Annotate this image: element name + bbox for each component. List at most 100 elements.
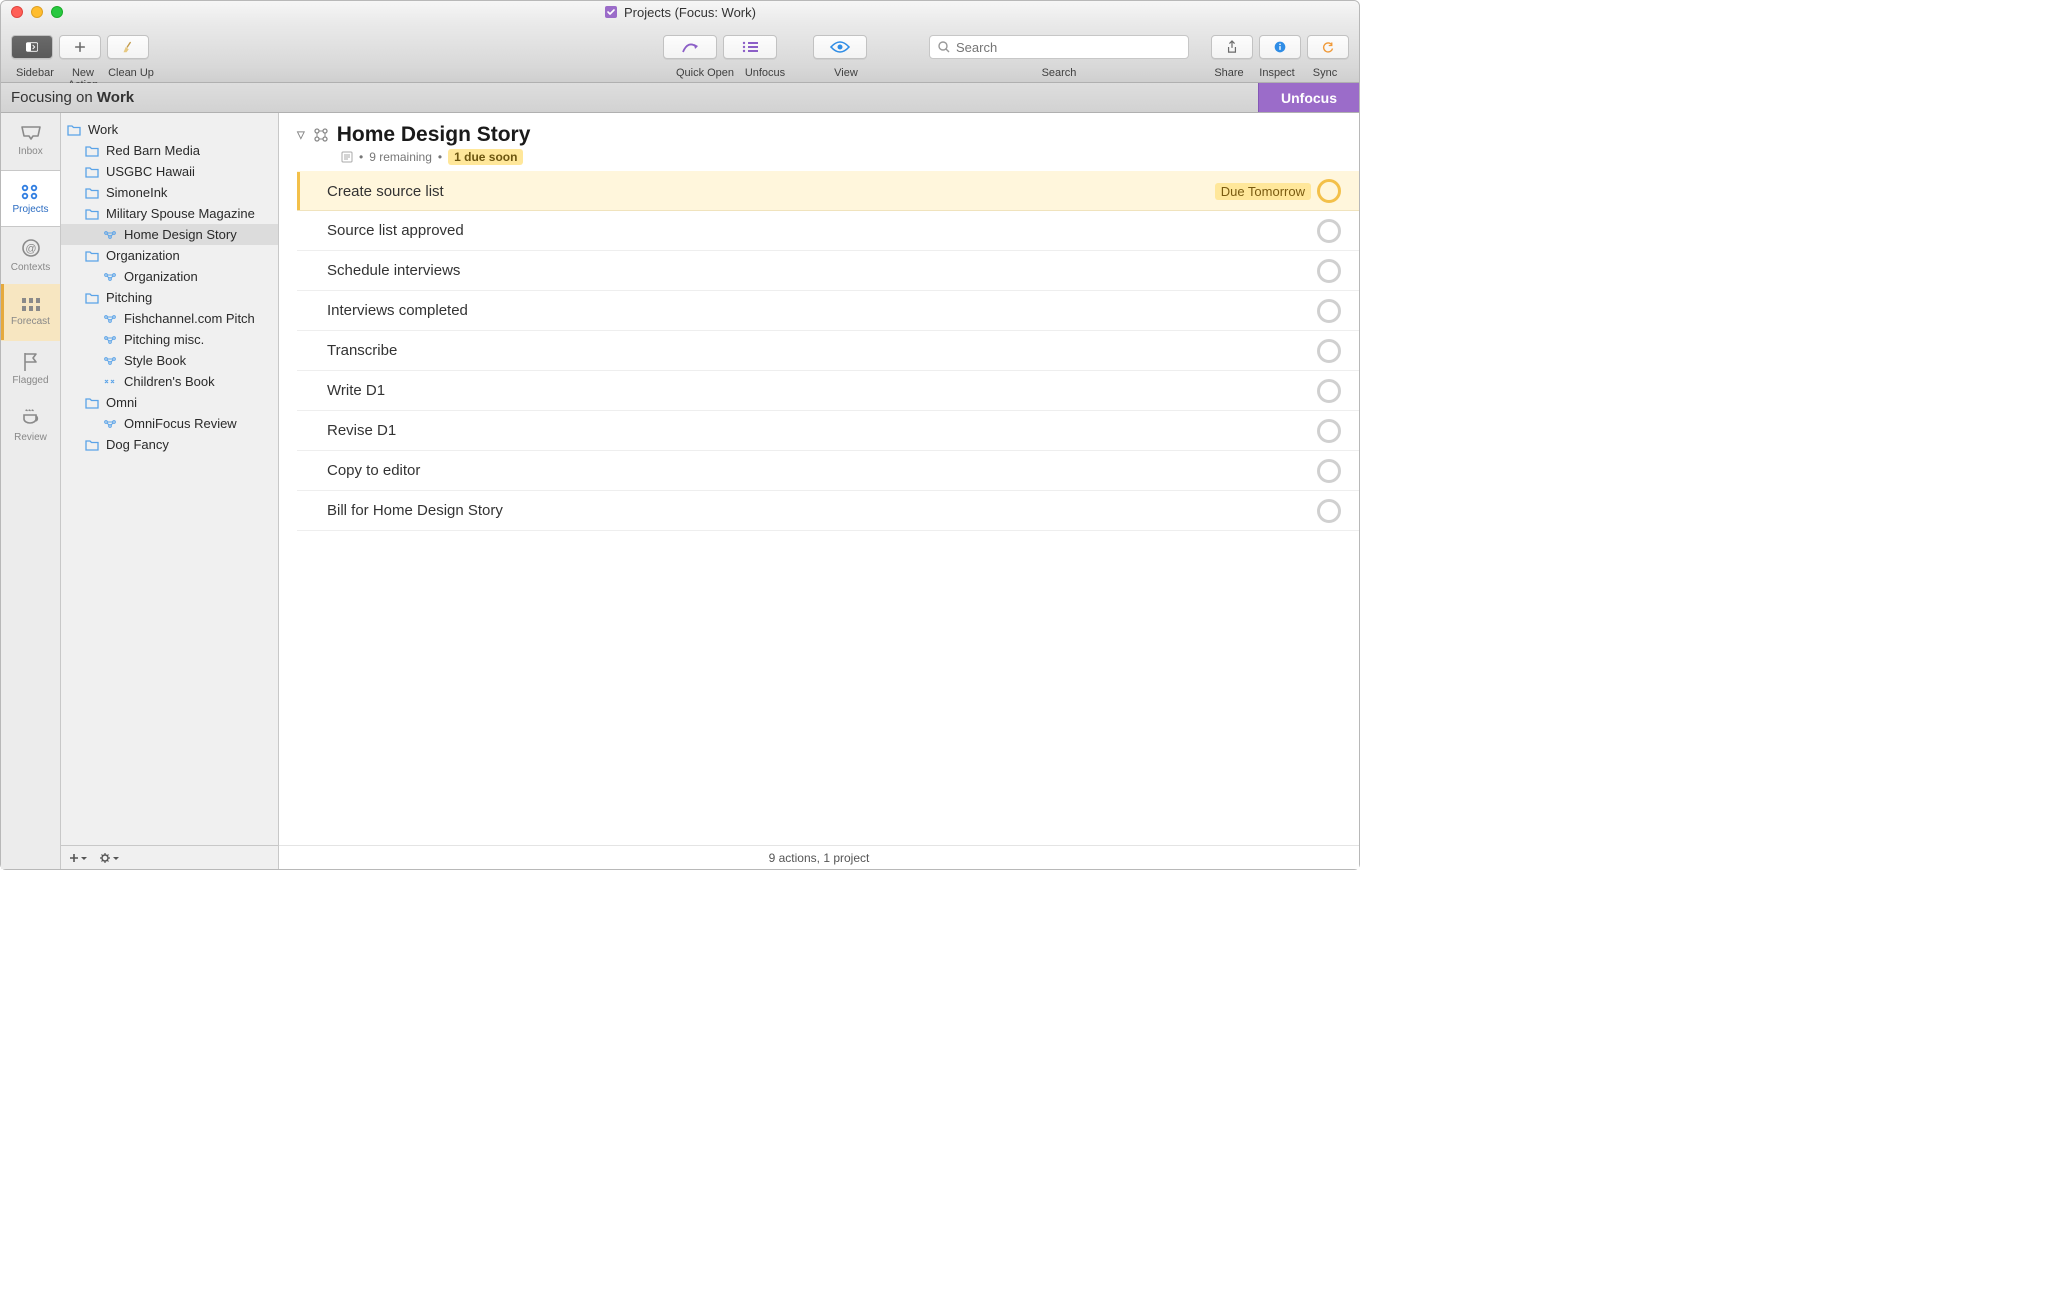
task-row[interactable]: Bill for Home Design Story	[297, 491, 1359, 531]
tree-item[interactable]: Home Design Story	[61, 224, 278, 245]
unfocus-action-button[interactable]: Unfocus	[1258, 83, 1359, 112]
tree-item[interactable]: OmniFocus Review	[61, 413, 278, 434]
share-button[interactable]	[1211, 35, 1253, 59]
tree-item[interactable]: Military Spouse Magazine	[61, 203, 278, 224]
view-button[interactable]	[813, 35, 867, 59]
inbox-icon	[20, 125, 42, 143]
project-icon	[103, 314, 119, 324]
tree-label: Pitching misc.	[124, 332, 204, 347]
task-row[interactable]: Revise D1	[297, 411, 1359, 451]
project-title: Home Design Story	[337, 123, 531, 147]
tree-root-work[interactable]: Work	[61, 119, 278, 140]
search-field[interactable]	[929, 35, 1189, 59]
window-titlebar: Projects (Focus: Work)	[1, 1, 1359, 23]
tree-label: Military Spouse Magazine	[106, 206, 255, 221]
plus-icon	[74, 40, 86, 54]
sync-label: Sync	[1301, 67, 1349, 79]
tree-item[interactable]: Style Book	[61, 350, 278, 371]
due-soon-pill: 1 due soon	[448, 149, 523, 165]
toolbar-labels: Sidebar New Action Clean Up Quick Open U…	[1, 67, 1359, 83]
perspective-forecast[interactable]: Forecast	[1, 284, 60, 341]
task-row[interactable]: Schedule interviews	[297, 251, 1359, 291]
focus-bar: Focusing on Work Unfocus	[1, 83, 1359, 113]
tree-item[interactable]: Dog Fancy	[61, 434, 278, 455]
disclosure-triangle-icon[interactable]: ▽	[297, 130, 305, 141]
project-tree-sidebar: WorkRed Barn MediaUSGBC HawaiiSimoneInk M…	[61, 113, 279, 869]
perspective-flagged[interactable]: Flagged	[1, 341, 60, 398]
share-label: Share	[1205, 67, 1253, 79]
quick-open-label: Quick Open	[675, 67, 735, 79]
tree-item[interactable]: Pitching misc.	[61, 329, 278, 350]
quick-open-button[interactable]	[663, 35, 717, 59]
toolbar	[1, 23, 1359, 67]
task-title: Schedule interviews	[327, 262, 1317, 279]
task-title: Write D1	[327, 382, 1317, 399]
note-icon[interactable]	[341, 151, 353, 163]
new-action-button[interactable]	[59, 35, 101, 59]
tree-item[interactable]: SimoneInk	[61, 182, 278, 203]
perspective-contexts[interactable]: @ Contexts	[1, 227, 60, 284]
add-button[interactable]	[69, 852, 87, 864]
tree-label: OmniFocus Review	[124, 416, 237, 431]
status-circle[interactable]	[1317, 459, 1341, 483]
task-row[interactable]: Transcribe	[297, 331, 1359, 371]
settings-button[interactable]	[99, 852, 119, 864]
status-circle[interactable]	[1317, 379, 1341, 403]
task-row[interactable]: Source list approved	[297, 211, 1359, 251]
tree-item[interactable]: Organization	[61, 266, 278, 287]
status-circle[interactable]	[1317, 259, 1341, 283]
clean-up-label: Clean Up	[107, 67, 155, 79]
tree-item[interactable]: Organization	[61, 245, 278, 266]
task-row[interactable]: Create source listDue Tomorrow	[297, 171, 1359, 211]
perspective-review[interactable]: Review	[1, 398, 60, 455]
tree-label: Children's Book	[124, 374, 215, 389]
info-icon	[1274, 38, 1286, 56]
clean-up-button[interactable]	[107, 35, 149, 59]
tree-item[interactable]: Fishchannel.com Pitch	[61, 308, 278, 329]
inspect-button[interactable]	[1259, 35, 1301, 59]
task-title: Copy to editor	[327, 462, 1317, 479]
projects-icon	[20, 183, 42, 201]
task-row[interactable]: Write D1	[297, 371, 1359, 411]
task-row[interactable]: Copy to editor	[297, 451, 1359, 491]
tree-item[interactable]: Pitching	[61, 287, 278, 308]
tree-item[interactable]: USGBC Hawaii	[61, 161, 278, 182]
status-circle[interactable]	[1317, 179, 1341, 203]
window-title: Projects (Focus: Work)	[624, 5, 756, 20]
tree-item[interactable]: Children's Book	[61, 371, 278, 392]
search-input[interactable]	[956, 40, 1180, 55]
folder-icon	[85, 397, 101, 409]
folder-icon	[85, 145, 101, 157]
tree-label: Dog Fancy	[106, 437, 169, 452]
sidebar-icon	[26, 40, 38, 54]
status-circle[interactable]	[1317, 299, 1341, 323]
forecast-icon	[20, 297, 42, 313]
sync-button[interactable]	[1307, 35, 1349, 59]
task-row[interactable]: Interviews completed	[297, 291, 1359, 331]
task-title: Transcribe	[327, 342, 1317, 359]
sidebar-toggle-button[interactable]	[11, 35, 53, 59]
coffee-icon	[20, 409, 42, 429]
broom-icon	[122, 39, 134, 55]
perspective-contexts-label: Contexts	[11, 262, 50, 273]
sidebar-label: Sidebar	[11, 67, 59, 79]
tree-item[interactable]: Omni	[61, 392, 278, 413]
unfocus-button[interactable]	[723, 35, 777, 59]
close-window-button[interactable]	[11, 6, 23, 18]
minimize-window-button[interactable]	[31, 6, 43, 18]
tree-item[interactable]: Red Barn Media	[61, 140, 278, 161]
perspective-inbox[interactable]: Inbox	[1, 113, 60, 170]
project-icon	[103, 377, 119, 387]
unfocus-label: Unfocus	[735, 67, 795, 79]
status-circle[interactable]	[1317, 499, 1341, 523]
quick-open-icon	[681, 40, 699, 54]
zoom-window-button[interactable]	[51, 6, 63, 18]
perspective-projects[interactable]: Projects	[1, 170, 60, 227]
status-circle[interactable]	[1317, 419, 1341, 443]
perspective-sidebar: Inbox Projects @ Contexts Forecast Flagg…	[1, 113, 61, 869]
status-circle[interactable]	[1317, 339, 1341, 363]
due-tag: Due Tomorrow	[1215, 183, 1311, 200]
eye-icon	[830, 41, 850, 53]
tree-label: Omni	[106, 395, 137, 410]
status-circle[interactable]	[1317, 219, 1341, 243]
